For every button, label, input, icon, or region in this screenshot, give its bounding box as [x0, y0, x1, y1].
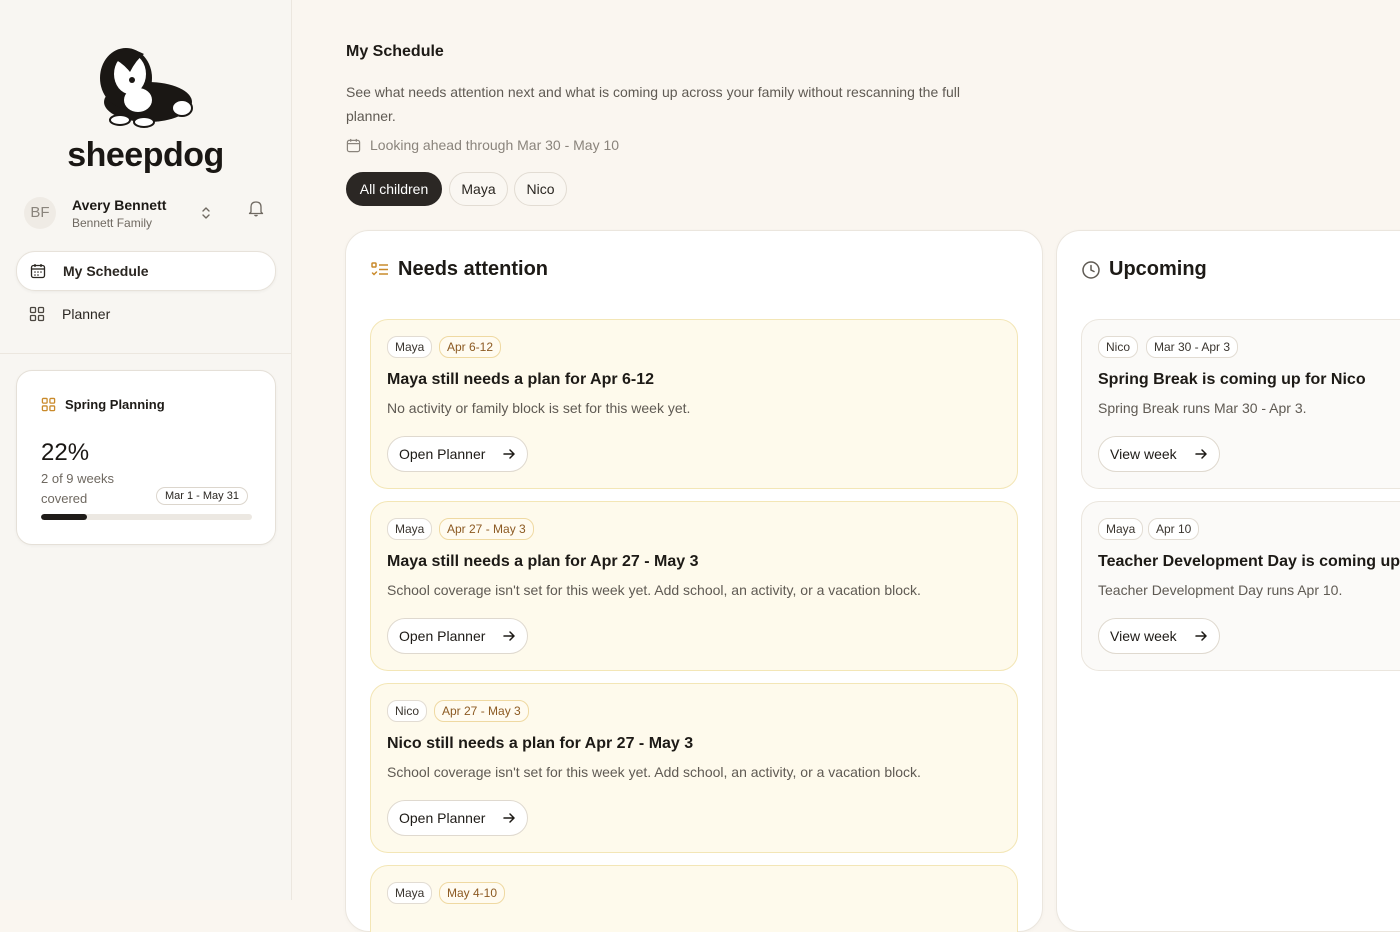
planning-range-badge: Mar 1 - May 31 [156, 487, 248, 505]
attention-card: Maya Apr 27 - May 3 Maya still needs a p… [370, 501, 1018, 671]
sheepdog-logo [0, 38, 291, 130]
sidebar-item-my-schedule[interactable]: My Schedule [16, 251, 276, 291]
planning-title: Spring Planning [65, 397, 165, 412]
date-tag: May 4-10 [439, 882, 506, 904]
attention-card: Maya May 4-10 [370, 865, 1018, 932]
button-label: View week [1110, 628, 1177, 644]
upcoming-panel: Upcoming Nico Mar 30 - Apr 3 Spring Brea… [1056, 230, 1400, 932]
avatar: BF [24, 197, 56, 229]
view-week-button[interactable]: View week [1098, 436, 1220, 472]
spring-planning-card[interactable]: Spring Planning 22% 2 of 9 weeks covered… [16, 370, 276, 545]
checklist-icon [371, 262, 388, 276]
sidebar-item-planner[interactable]: Planner [16, 295, 274, 333]
arrow-right-icon [1194, 631, 1207, 641]
planning-summary: 2 of 9 weeks covered [41, 471, 114, 506]
filter-all-children[interactable]: All children [346, 172, 442, 206]
card-description: School coverage isn't set for this week … [387, 582, 921, 598]
card-description: School coverage isn't set for this week … [387, 764, 921, 780]
account-switcher[interactable]: BF Avery Bennett Bennett Family [24, 195, 268, 235]
lookahead-text: Looking ahead through Mar 30 - May 10 [370, 137, 620, 153]
arrow-right-icon [503, 449, 516, 459]
needs-attention-panel: Needs attention Maya Apr 6-12 Maya still… [345, 230, 1043, 932]
upcoming-card: Maya Apr 10 Teacher Development Day is c… [1081, 501, 1400, 671]
account-family: Bennett Family [72, 216, 153, 230]
arrow-right-icon [503, 631, 516, 641]
child-tag: Nico [387, 700, 428, 722]
planning-progress-fill [41, 514, 88, 520]
date-tag: Apr 10 [1148, 518, 1200, 540]
card-description: No activity or family block is set for t… [387, 400, 691, 416]
date-tag: Apr 6-12 [439, 336, 502, 358]
bell-icon[interactable] [248, 199, 264, 217]
child-tag: Maya [1098, 518, 1144, 540]
calendar-icon [346, 138, 361, 153]
child-tag: Maya [387, 336, 433, 358]
attention-card: Maya Apr 6-12 Maya still needs a plan fo… [370, 319, 1018, 489]
open-planner-button[interactable]: Open Planner [387, 436, 529, 472]
card-title: Nico still needs a plan for Apr 27 - May… [387, 735, 694, 752]
grid-icon [29, 306, 45, 322]
button-label: View week [1110, 446, 1177, 462]
sidebar-divider [0, 353, 291, 354]
filter-maya[interactable]: Maya [449, 172, 508, 206]
calendar-icon [30, 264, 46, 279]
sidebar: sheepdog BF Avery Bennett Bennett Family… [0, 0, 292, 900]
filter-nico[interactable]: Nico [514, 172, 567, 206]
card-title: Teacher Development Day is coming up [1098, 553, 1400, 570]
account-name: Avery Bennett [72, 197, 167, 213]
arrow-right-icon [503, 813, 516, 823]
card-description: Spring Break runs Mar 30 - Apr 3. [1098, 400, 1307, 416]
brand-name: sheepdog [67, 136, 224, 174]
card-title: Maya still needs a plan for Apr 27 - May… [387, 553, 699, 570]
button-label: Open Planner [399, 810, 486, 826]
card-title: Maya still needs a plan for Apr 6-12 [387, 371, 655, 388]
panel-title: Needs attention [398, 258, 549, 280]
upcoming-card: Nico Mar 30 - Apr 3 Spring Break is comi… [1081, 319, 1400, 489]
child-tag: Maya [387, 518, 433, 540]
child-tag: Maya [387, 882, 433, 904]
arrow-right-icon [1194, 449, 1207, 459]
clock-icon [1082, 261, 1100, 279]
date-tag: Mar 30 - Apr 3 [1146, 336, 1239, 358]
button-label: Open Planner [399, 628, 486, 644]
child-tag: Nico [1098, 336, 1139, 358]
planning-percent: 22% [41, 439, 90, 466]
sidebar-item-label: Planner [62, 306, 111, 322]
card-title: Spring Break is coming up for Nico [1098, 371, 1366, 388]
attention-card: Nico Apr 27 - May 3 Nico still needs a p… [370, 683, 1018, 853]
card-description: Teacher Development Day runs Apr 10. [1098, 582, 1343, 598]
view-week-button[interactable]: View week [1098, 618, 1220, 654]
grid-icon [41, 397, 56, 412]
page-title: My Schedule [346, 43, 444, 60]
open-planner-button[interactable]: Open Planner [387, 618, 529, 654]
chevron-updown-icon[interactable] [200, 205, 212, 221]
date-tag: Apr 27 - May 3 [439, 518, 534, 540]
date-tag: Apr 27 - May 3 [434, 700, 529, 722]
button-label: Open Planner [399, 446, 486, 462]
sidebar-item-label: My Schedule [63, 263, 149, 279]
panel-title: Upcoming [1109, 258, 1207, 280]
page-description: See what needs attention next and what i… [346, 84, 961, 124]
open-planner-button[interactable]: Open Planner [387, 800, 529, 836]
planning-progress-bar [41, 514, 252, 520]
